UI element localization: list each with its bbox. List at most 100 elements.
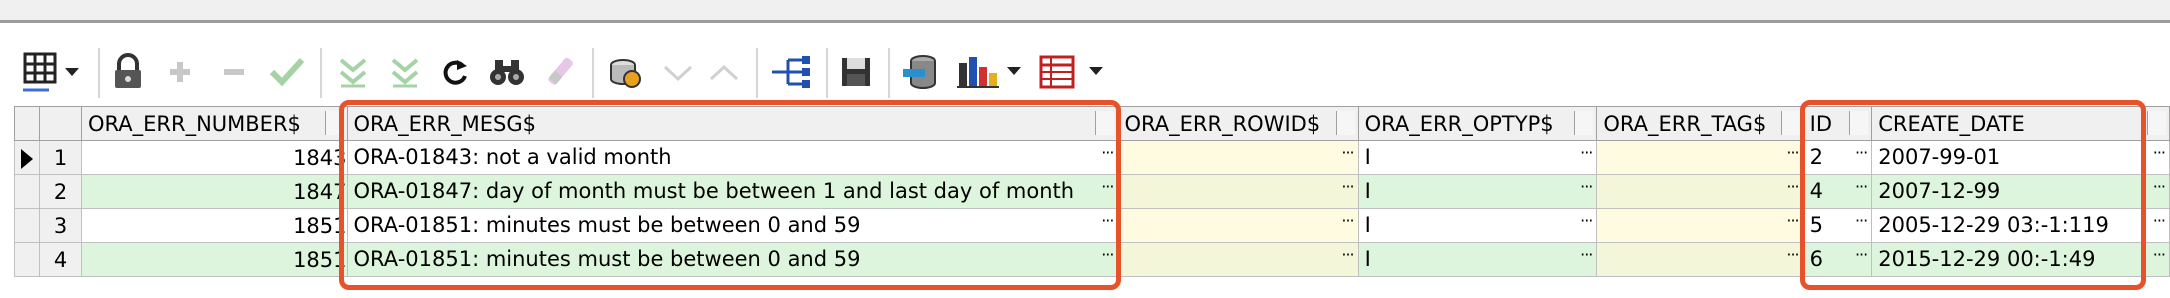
cell-err-mesg[interactable]: ORA-01843: not a valid month ··· <box>346 140 1119 175</box>
cell-editor-button[interactable]: ··· <box>1101 177 1114 196</box>
column-menu-button[interactable] <box>1335 111 1355 135</box>
refresh-icon[interactable] <box>436 44 474 100</box>
cell-err-number[interactable]: 1851 <box>80 208 348 243</box>
cell-err-rowid[interactable]: ··· <box>1117 208 1359 243</box>
cell-err-tag[interactable]: ··· <box>1596 140 1804 175</box>
cell-editor-button[interactable]: ··· <box>1580 177 1593 196</box>
cell-create-date[interactable]: 2005-12-29 03:-1:119 ··· <box>1871 208 2170 243</box>
column-menu-button[interactable] <box>324 111 344 135</box>
grid-layout-icon[interactable] <box>18 44 84 100</box>
cell-editor-button[interactable]: ··· <box>2153 245 2166 264</box>
cell-err-tag[interactable]: ··· <box>1596 208 1804 243</box>
cell-editor-button[interactable]: ··· <box>1786 143 1799 162</box>
add-record-icon[interactable] <box>160 44 200 100</box>
column-header-err-tag[interactable]: ORA_ERR_TAG$ <box>1596 106 1804 141</box>
cell-err-mesg[interactable]: ORA-01847: day of month must be between … <box>346 174 1119 209</box>
cell-text: ORA-01847: day of month must be between … <box>353 179 1075 203</box>
export-table-icon[interactable] <box>1036 44 1108 100</box>
cell-err-mesg[interactable]: ORA-01851: minutes must be between 0 and… <box>346 208 1119 243</box>
table-row[interactable]: 4 1851 ORA-01851: minutes must be betwee… <box>13 242 2170 277</box>
cell-create-date[interactable]: 2007-99-01 ··· <box>1871 140 2170 175</box>
cell-err-number[interactable]: 1843 <box>80 140 348 175</box>
cell-editor-button[interactable]: ··· <box>1101 245 1114 264</box>
find-icon[interactable] <box>484 44 530 100</box>
column-header-err-number[interactable]: ORA_ERR_NUMBER$ <box>80 106 348 141</box>
cell-editor-button[interactable]: ··· <box>2153 143 2166 162</box>
lock-icon[interactable] <box>108 44 148 100</box>
cell-editor-button[interactable]: ··· <box>1580 143 1593 162</box>
cell-id[interactable]: 6 ··· <box>1802 242 1873 277</box>
cell-err-number[interactable]: 1851 <box>80 242 348 277</box>
clear-icon[interactable] <box>540 44 580 100</box>
header-row-number <box>39 106 82 141</box>
column-header-create-date[interactable]: CREATE_DATE <box>1871 106 2170 141</box>
save-icon[interactable] <box>836 44 876 100</box>
cell-err-optyp[interactable]: I ··· <box>1357 140 1598 175</box>
table-row[interactable]: 3 1851 ORA-01851: minutes must be betwee… <box>13 208 2170 243</box>
filter-down-icon[interactable] <box>330 44 376 100</box>
cell-editor-button[interactable]: ··· <box>1341 143 1354 162</box>
query-icon[interactable] <box>602 44 648 100</box>
column-header-err-optyp[interactable]: ORA_ERR_OPTYP$ <box>1357 106 1598 141</box>
cell-err-tag[interactable]: ··· <box>1596 174 1804 209</box>
toolbar-separator <box>888 48 891 98</box>
cell-editor-button[interactable]: ··· <box>1101 211 1114 230</box>
cell-editor-button[interactable]: ··· <box>1786 245 1799 264</box>
cell-editor-button[interactable]: ··· <box>1786 177 1799 196</box>
column-label: ORA_ERR_MESG$ <box>353 111 536 136</box>
cell-text: I <box>1364 213 1371 237</box>
cell-err-rowid[interactable]: ··· <box>1117 140 1359 175</box>
cell-editor-button[interactable]: ··· <box>1101 143 1114 162</box>
database-icon[interactable] <box>898 44 944 100</box>
cell-create-date[interactable]: 2015-12-29 00:-1:49 ··· <box>1871 242 2170 277</box>
prior-icon[interactable] <box>658 44 698 100</box>
table-row[interactable]: 1 1843 ORA-01843: not a valid month ··· ·… <box>13 140 2170 175</box>
cell-err-optyp[interactable]: I ··· <box>1357 208 1598 243</box>
cell-editor-button[interactable]: ··· <box>1341 211 1354 230</box>
tree-icon[interactable] <box>766 44 814 100</box>
cell-editor-button[interactable]: ··· <box>1341 177 1354 196</box>
toolbar-separator <box>98 48 101 98</box>
column-menu-button[interactable] <box>1780 111 1800 135</box>
column-menu-button[interactable] <box>2147 111 2166 135</box>
row-number: 1 <box>39 140 82 175</box>
cell-err-rowid[interactable]: ··· <box>1117 242 1359 277</box>
cell-create-date[interactable]: 2007-12-99 ··· <box>1871 174 2170 209</box>
cell-editor-button[interactable]: ··· <box>1855 245 1868 264</box>
cell-text: 2015-12-29 00:-1:49 <box>1878 247 2096 271</box>
cell-err-number[interactable]: 1847 <box>80 174 348 209</box>
toolbar-separator <box>592 48 595 98</box>
window-top-bar <box>0 0 2170 23</box>
column-header-err-mesg[interactable]: ORA_ERR_MESG$ <box>346 106 1119 141</box>
post-edit-icon[interactable] <box>264 44 310 100</box>
delete-record-icon[interactable] <box>214 44 254 100</box>
cell-editor-button[interactable]: ··· <box>1855 177 1868 196</box>
cell-editor-button[interactable]: ··· <box>1786 211 1799 230</box>
cell-err-mesg[interactable]: ORA-01851: minutes must be between 0 and… <box>346 242 1119 277</box>
column-header-err-rowid[interactable]: ORA_ERR_ROWID$ <box>1117 106 1359 141</box>
cell-editor-button[interactable]: ··· <box>1855 143 1868 162</box>
cell-id[interactable]: 4 ··· <box>1802 174 1873 209</box>
cell-id[interactable]: 2 ··· <box>1802 140 1873 175</box>
cell-err-tag[interactable]: ··· <box>1596 242 1804 277</box>
next-icon[interactable] <box>704 44 744 100</box>
chart-icon[interactable] <box>954 44 1026 100</box>
cell-editor-button[interactable]: ··· <box>1580 211 1593 230</box>
cell-editor-button[interactable]: ··· <box>1855 211 1868 230</box>
current-row-indicator <box>13 140 41 175</box>
column-header-id[interactable]: ID <box>1802 106 1873 141</box>
cell-editor-button[interactable]: ··· <box>1580 245 1593 264</box>
cell-editor-button[interactable]: ··· <box>1341 245 1354 264</box>
column-menu-button[interactable] <box>1849 111 1869 135</box>
column-menu-button[interactable] <box>1095 111 1115 135</box>
table-row[interactable]: 2 1847 ORA-01847: day of month must be b… <box>13 174 2170 209</box>
cell-err-optyp[interactable]: I ··· <box>1357 174 1598 209</box>
cell-err-optyp[interactable]: I ··· <box>1357 242 1598 277</box>
cell-editor-button[interactable]: ··· <box>2153 177 2166 196</box>
column-label: ORA_ERR_OPTYP$ <box>1364 111 1554 136</box>
column-menu-button[interactable] <box>1574 111 1594 135</box>
cell-id[interactable]: 5 ··· <box>1802 208 1873 243</box>
cell-editor-button[interactable]: ··· <box>2153 211 2166 230</box>
filter-all-icon[interactable] <box>382 44 428 100</box>
cell-err-rowid[interactable]: ··· <box>1117 174 1359 209</box>
